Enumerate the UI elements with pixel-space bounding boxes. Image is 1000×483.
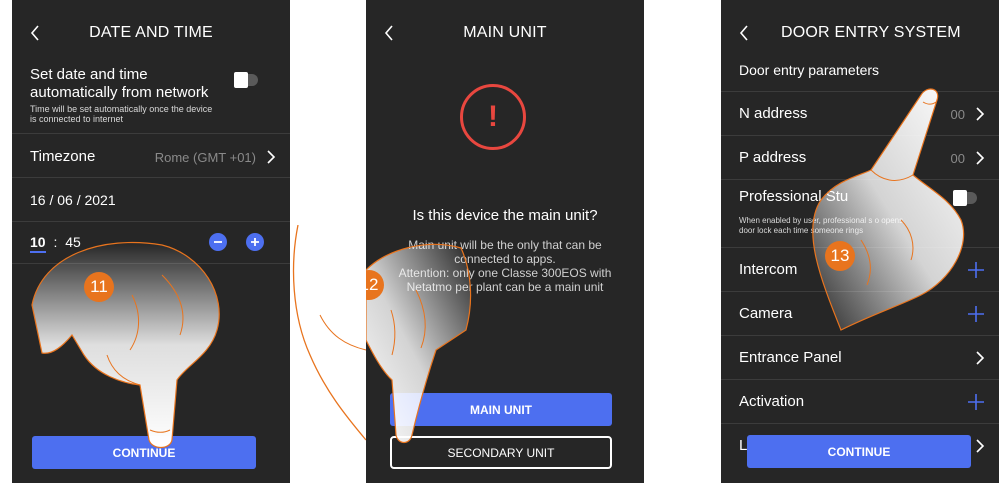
chevron-right-icon [975,439,985,453]
secondary-unit-button[interactable]: SECONDARY UNIT [390,436,612,469]
plus-circle-icon[interactable] [246,233,264,251]
description-line: Netatmo per plant can be a main unit [406,280,604,294]
p-address-label: P address [739,149,807,166]
chevron-right-icon [975,107,985,121]
professional-studio-row: Professional Stu When enabled by user, p… [721,180,999,248]
page-title: DOOR ENTRY SYSTEM [781,24,961,41]
plus-icon[interactable] [967,393,985,411]
professional-studio-note-line2: door lock each time someone rings [739,226,864,235]
intercom-label: Intercom [739,261,798,278]
auto-time-row: Set date and time automatically from net… [12,58,290,134]
time-value: 10 : 45 [30,234,81,253]
minus-circle-icon[interactable] [209,233,227,251]
entrance-panel-label: Entrance Panel [739,349,842,366]
header: DATE AND TIME [12,0,290,66]
main-unit-screen: MAIN UNIT ! Is this device the main unit… [366,0,644,483]
page-title: DATE AND TIME [89,24,213,41]
timezone-label: Timezone [30,148,96,165]
activation-row[interactable]: Activation [721,380,999,424]
camera-label: Camera [739,305,793,322]
n-address-row[interactable]: N address 00 [721,92,999,136]
description: Main unit will be the only that can be c… [366,238,644,294]
camera-row[interactable]: Camera [721,292,999,336]
step-badge: 13 [825,241,855,271]
description-line: connected to apps. [454,252,556,266]
alert-glyph: ! [488,100,498,133]
n-address-value: 00 [950,107,965,122]
auto-time-note-line2: is connected to internet [30,114,124,124]
chevron-right-icon [266,150,276,164]
auto-time-note-line1: Time will be set automatically once the … [30,104,213,114]
continue-button[interactable]: CONTINUE [32,436,256,469]
timezone-row[interactable]: Timezone Rome (GMT +01) [12,134,290,178]
activation-label: Activation [739,393,805,410]
chevron-right-icon [975,151,985,165]
date-time-screen: DATE AND TIME Set date and time automati… [12,0,290,483]
continue-button[interactable]: CONTINUE [747,435,971,468]
entrance-panel-row[interactable]: Entrance Panel [721,336,999,380]
p-address-row[interactable]: P address 00 [721,136,999,180]
p-address-value: 00 [950,151,965,166]
n-address-label: N address [739,105,808,122]
step-badge: 11 [84,272,114,302]
main-unit-button[interactable]: MAIN UNIT [390,393,612,426]
time-hour[interactable]: 10 [30,234,46,253]
plus-icon[interactable] [967,261,985,279]
date-value: 16 / 06 / 2021 [30,192,116,208]
header: MAIN UNIT [366,0,644,66]
section-header: Door entry parameters [721,52,999,92]
page-title: MAIN UNIT [463,24,547,41]
professional-studio-note-line1: When enabled by user, professional s o o… [739,216,904,225]
description-line: Main unit will be the only that can be [408,238,602,252]
time-separator: : [53,234,58,250]
chevron-right-icon [975,351,985,365]
intercom-row[interactable]: Intercom [721,248,999,292]
date-row[interactable]: 16 / 06 / 2021 [12,178,290,222]
auto-time-toggle[interactable] [234,72,258,88]
auto-time-label-line2: automatically from network [30,84,209,101]
door-entry-screen: DOOR ENTRY SYSTEM Door entry parameters … [721,0,999,483]
timezone-value: Rome (GMT +01) [154,150,256,165]
auto-time-label-line1: Set date and time [30,66,148,83]
time-row: 10 : 45 [12,222,290,264]
time-minute[interactable]: 45 [65,234,81,250]
exclamation-circle-icon: ! [460,84,526,150]
hand-arm-illustration [292,225,367,441]
plus-icon[interactable] [967,305,985,323]
professional-studio-label: Professional Stu [739,188,849,205]
section-title: Door entry parameters [739,62,880,78]
question-text: Is this device the main unit? [412,207,598,224]
professional-studio-toggle[interactable] [953,190,977,206]
description-line: Attention: only one Classe 300EOS with [398,266,612,280]
